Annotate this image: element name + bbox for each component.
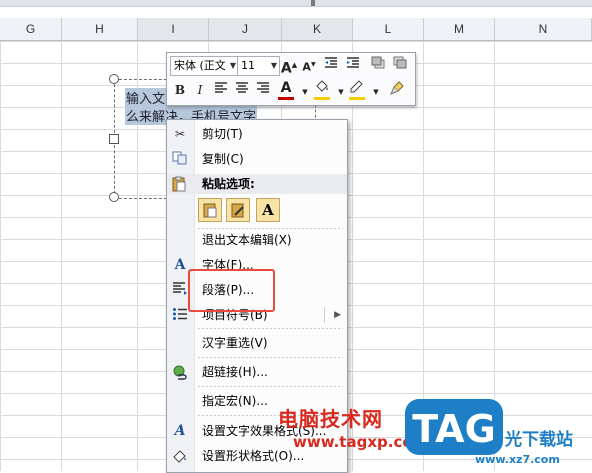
decrease-indent-icon[interactable] — [322, 56, 340, 74]
column-header-l[interactable]: L — [353, 18, 424, 40]
watermark-download-url: www.xz7.com — [475, 453, 560, 466]
shrink-font-icon[interactable]: A▼ — [300, 56, 318, 74]
column-header-i[interactable]: I — [138, 18, 209, 40]
scissors-icon: ✂ — [174, 127, 186, 141]
grid-line — [61, 41, 62, 471]
hyperlink-icon — [171, 364, 189, 380]
watermark-download-site: 光下载站 — [505, 430, 573, 450]
send-backward-icon[interactable] — [391, 56, 409, 74]
menu-item-label: 指定宏(N)... — [202, 394, 268, 408]
menu-item-label: 剪切(T) — [202, 127, 243, 141]
font-name-value: 宋体 (正文 — [174, 59, 226, 72]
column-header-m[interactable]: M — [424, 18, 495, 40]
menu-separator — [198, 386, 343, 387]
font-size-combo[interactable]: 11 ▼ — [237, 56, 280, 76]
bring-forward-icon[interactable] — [369, 56, 387, 74]
copy-icon — [171, 151, 189, 167]
resize-handle[interactable] — [311, 0, 315, 6]
menu-item-copy[interactable]: 复制(C) — [167, 148, 347, 170]
mini-toolbar: 宋体 (正文 ▼ 11 ▼ A▲ A▼ B I A ▼ ▼ ▼ — [166, 52, 416, 106]
clipboard-icon — [171, 176, 187, 195]
chevron-down-icon[interactable]: ▼ — [367, 83, 385, 101]
paragraph-icon — [171, 282, 189, 298]
menu-item-cut[interactable]: ✂ 剪切(T) — [167, 123, 347, 145]
annotation-highlight-box — [188, 269, 275, 312]
font-name-combo[interactable]: 宋体 (正文 ▼ — [170, 56, 239, 76]
paste-options-header: 粘贴选项: — [167, 174, 347, 194]
align-left-icon[interactable] — [212, 81, 230, 99]
chevron-down-icon[interactable]: ▼ — [296, 83, 314, 101]
menu-item-label: 设置形状格式(O)... — [202, 449, 305, 463]
menu-separator — [198, 357, 343, 358]
paste-keep-formatting-button[interactable] — [226, 198, 250, 222]
submenu-arrow-icon[interactable]: ▶ — [334, 304, 341, 326]
bold-button[interactable]: B — [171, 81, 189, 99]
menu-item-hyperlink[interactable]: 超链接(H)... — [167, 361, 347, 383]
align-right-icon[interactable] — [254, 81, 272, 99]
column-header-k[interactable]: K — [282, 18, 353, 40]
chevron-down-icon: ▼ — [270, 61, 277, 70]
chevron-down-icon: ▼ — [229, 61, 236, 70]
increase-indent-icon[interactable] — [344, 56, 362, 74]
grow-font-icon[interactable]: A▲ — [280, 56, 298, 77]
column-header-j[interactable]: J — [209, 18, 282, 40]
shape-format-icon — [171, 448, 189, 464]
font-color-icon[interactable]: A — [277, 79, 295, 97]
column-header-row: G H I J K L M N — [0, 18, 592, 41]
paste-options-label: 粘贴选项: — [202, 177, 255, 191]
column-header-h[interactable]: H — [62, 18, 138, 40]
watermark-logo-text: TAG — [412, 407, 496, 451]
watermark-tag-logo: TAG — [404, 398, 504, 456]
fill-color-swatch — [314, 97, 330, 100]
menu-separator — [198, 328, 343, 329]
watermark-site-name: 电脑技术网 — [278, 407, 383, 431]
menu-item-label: 复制(C) — [202, 152, 244, 166]
text-box-line-1[interactable]: 输入文 — [125, 88, 167, 107]
fill-color-icon[interactable] — [313, 79, 331, 97]
paste-keep-text-only-button[interactable]: A — [256, 198, 280, 222]
paste-use-destination-theme-button[interactable] — [198, 198, 222, 222]
format-painter-icon[interactable] — [388, 80, 406, 98]
formula-bar-strip — [0, 0, 592, 7]
column-header-g[interactable]: G — [0, 18, 62, 40]
resize-handle-top-left[interactable] — [109, 74, 119, 84]
font-size-value: 11 — [241, 59, 255, 72]
font-color-swatch — [278, 97, 294, 100]
menu-item-exit-edit[interactable]: 退出文本编辑(X) — [167, 229, 347, 251]
italic-button[interactable]: I — [191, 81, 209, 99]
resize-handle-bottom-left[interactable] — [109, 192, 119, 202]
menu-split-divider — [324, 307, 325, 323]
bullets-icon — [171, 307, 189, 323]
menu-item-label: 超链接(H)... — [202, 365, 268, 379]
font-icon: A — [174, 257, 186, 273]
align-center-icon[interactable] — [233, 81, 251, 99]
column-header-n[interactable]: N — [495, 18, 592, 40]
menu-item-label: 退出文本编辑(X) — [202, 233, 292, 247]
menu-item-reconvert[interactable]: 汉字重选(V) — [167, 332, 347, 354]
line-color-icon[interactable] — [348, 79, 366, 97]
text-effects-icon: A — [174, 423, 186, 439]
line-color-swatch — [349, 97, 365, 100]
resize-handle-left[interactable] — [109, 134, 119, 144]
menu-item-label: 汉字重选(V) — [202, 336, 268, 350]
